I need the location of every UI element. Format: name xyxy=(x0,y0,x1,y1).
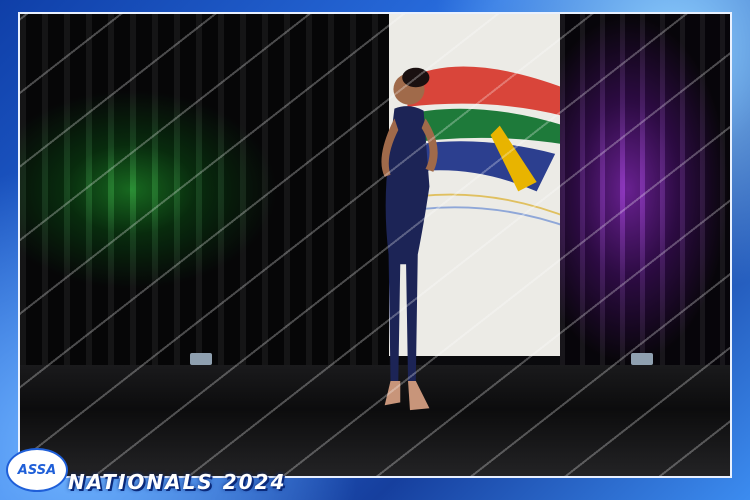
green-lit-curtain xyxy=(20,14,390,366)
stage-light-right xyxy=(630,353,653,366)
photo-frame: ASSA NATIONALS 2024 xyxy=(0,0,750,500)
assa-logo: ASSA xyxy=(6,448,68,492)
stage-photo xyxy=(18,12,732,478)
stage-light-left xyxy=(190,353,213,366)
event-title: NATIONALS 2024 xyxy=(68,470,287,494)
purple-lit-curtain xyxy=(559,14,730,366)
dancer-figure xyxy=(381,67,438,411)
